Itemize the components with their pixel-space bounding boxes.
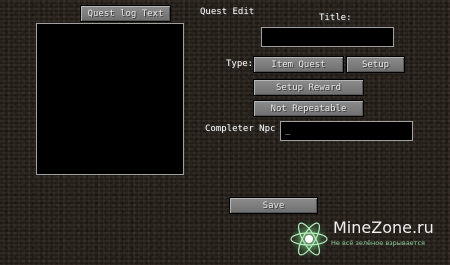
watermark-subtitle: Не всё зелёное взрывается: [331, 239, 425, 247]
title-label: Title:: [319, 13, 352, 23]
screen-title: Quest Edit: [200, 7, 255, 17]
item-quest-button[interactable]: Item Quest: [253, 56, 344, 73]
not-repeatable-button[interactable]: Not Repeatable: [253, 100, 364, 117]
setup-button[interactable]: Setup: [346, 56, 405, 73]
type-label: Type:: [226, 59, 254, 69]
title-input[interactable]: [261, 27, 394, 47]
setup-reward-button[interactable]: Setup Reward: [253, 79, 364, 96]
completer-npc-input[interactable]: _: [280, 121, 413, 141]
completer-npc-label: Completer Npc: [205, 124, 276, 134]
quest-log-text-area[interactable]: [36, 23, 184, 175]
atom-logo-icon: [289, 219, 329, 259]
watermark: MineZone.ru Не всё зелёное взрывается: [285, 212, 450, 265]
quest-log-button[interactable]: Quest log Text: [80, 5, 171, 22]
watermark-title: MineZone.ru: [333, 218, 434, 237]
